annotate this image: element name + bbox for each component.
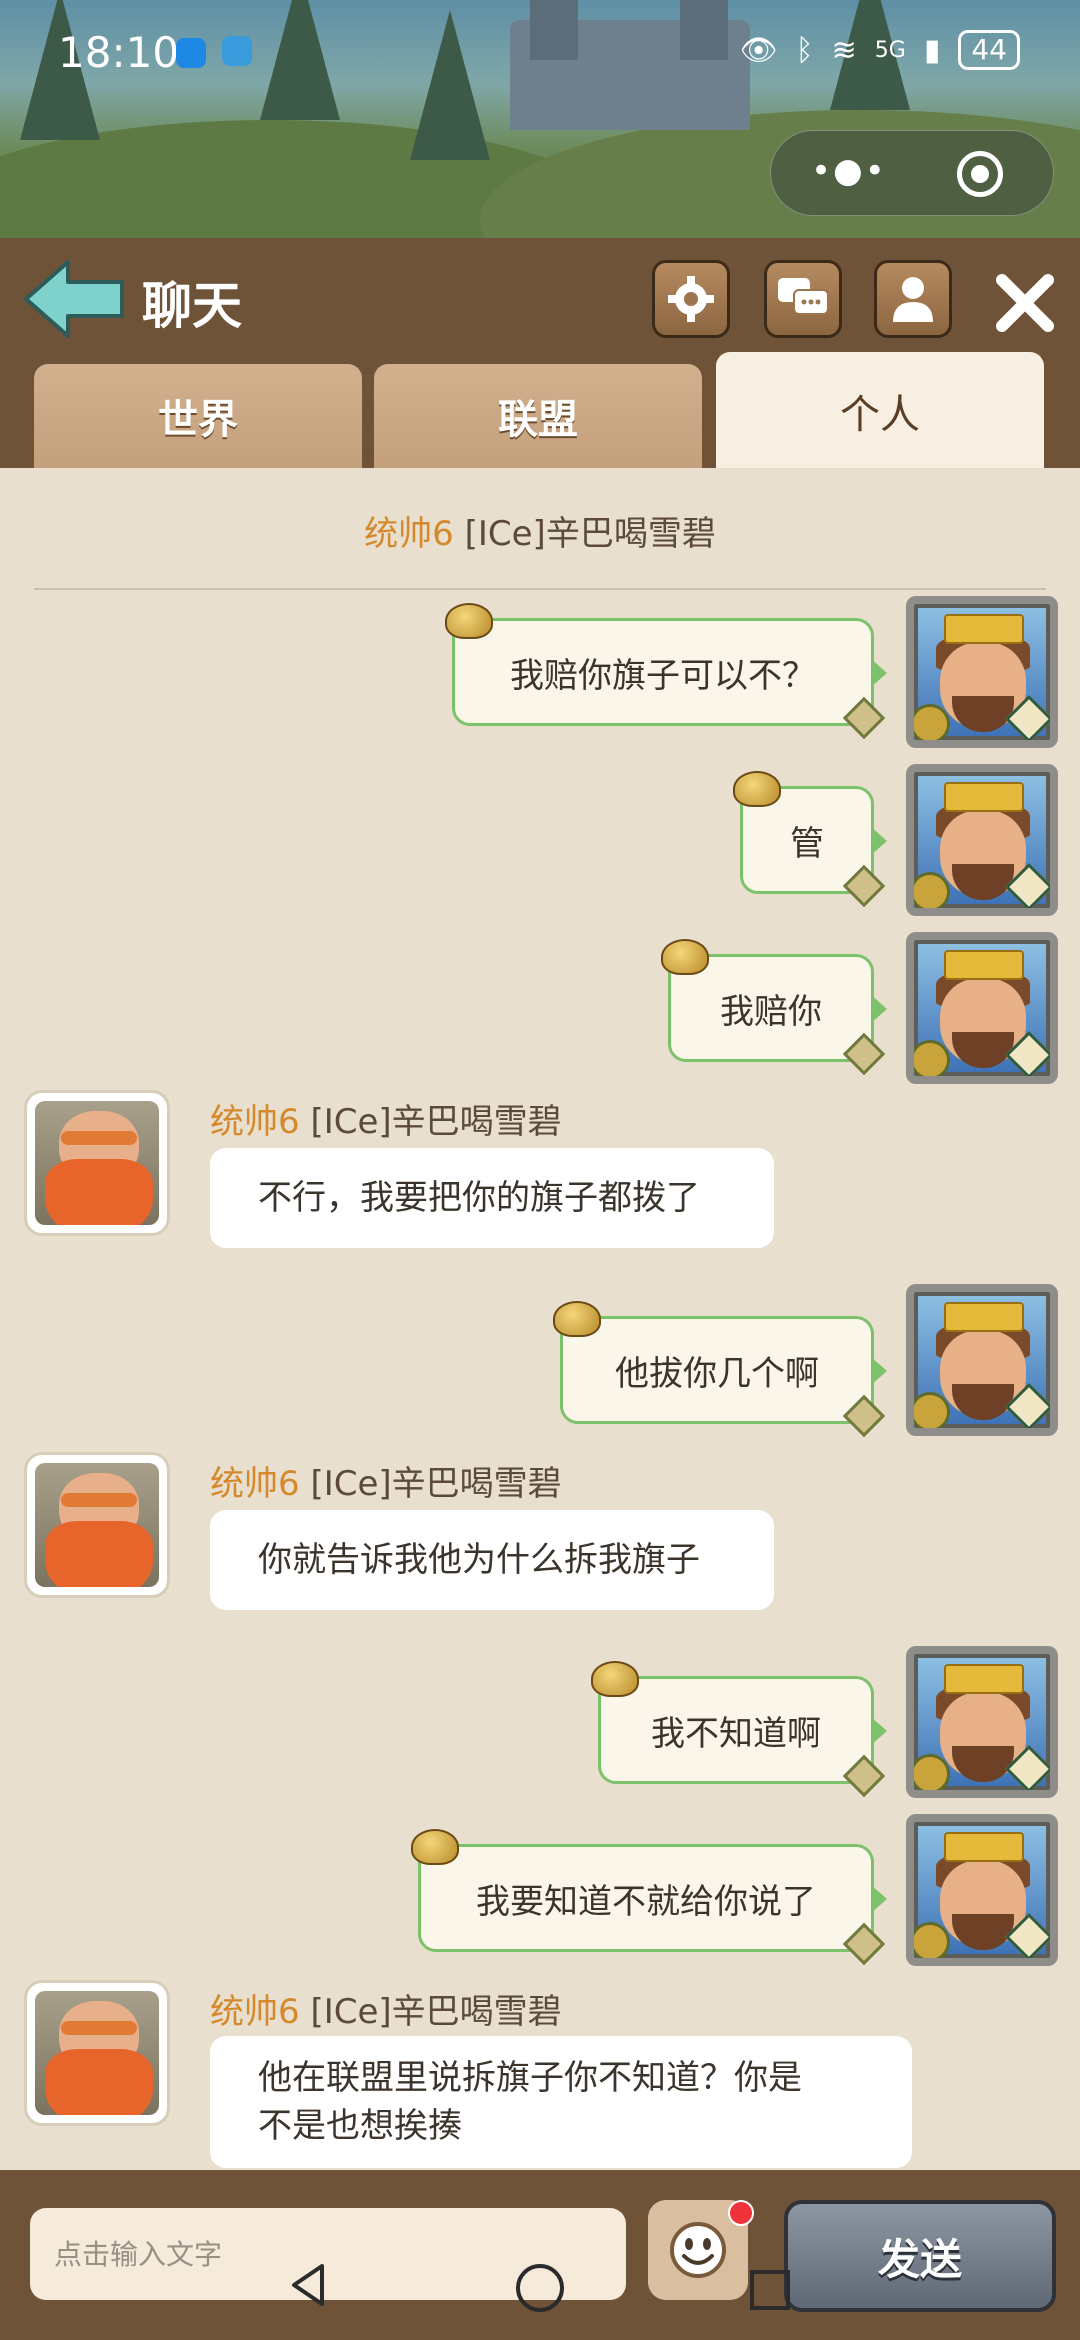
bubble-corner-icon: [842, 1922, 886, 1966]
sender-label: 统帅6 [ICe]辛巴喝雪碧: [210, 1094, 562, 1143]
bubble-ornament-icon: [661, 939, 709, 975]
close-icon[interactable]: [990, 268, 1060, 338]
message-notification-icon: [176, 38, 206, 68]
message-text: 你就告诉我他为什么拆我旗子: [258, 1540, 700, 1580]
input-bar: 发送: [0, 2170, 1080, 2340]
chat-area[interactable]: 统帅6 [ICe]辛巴喝雪碧 我赔你旗子可以不？ 管 我赔你 统帅6 [ICe]…: [0, 468, 1080, 2170]
message-bubble-self[interactable]: 我不知道啊: [591, 1661, 887, 1798]
message-text-line: 他在联盟里说拆旗子你不知道？你是: [258, 2058, 802, 2098]
bubble-ornament-icon: [553, 1301, 601, 1337]
bubble-corner-icon: [842, 1032, 886, 1076]
partner-name: [ICe]辛巴喝雪碧: [464, 514, 716, 554]
avatar-self[interactable]: [906, 764, 1058, 916]
message-bubble-partner[interactable]: 你就告诉我他为什么拆我旗子: [210, 1510, 774, 1610]
chat-partner-title: 统帅6 [ICe]辛巴喝雪碧: [0, 506, 1080, 555]
message-text: 我赔你旗子可以不？: [510, 655, 816, 696]
nav-recents-icon[interactable]: [750, 2270, 790, 2310]
avatar-self[interactable]: [906, 1646, 1058, 1798]
message-text: 不行，我要把你的旗子都拨了: [258, 1178, 700, 1218]
avatar-self[interactable]: [906, 1284, 1058, 1436]
bubble-ornament-icon: [591, 1661, 639, 1697]
chat-bubbles-icon: [778, 278, 829, 315]
message-bubble-self[interactable]: 他拔你几个啊: [553, 1301, 887, 1438]
wifi-icon: ≋: [831, 32, 857, 68]
bubble-corner-icon: [842, 864, 886, 908]
sender-name: [ICe]辛巴喝雪碧: [310, 1992, 562, 2032]
sender-rank: 统帅6: [210, 1102, 300, 1142]
more-menu-icon[interactable]: •●•: [811, 151, 887, 191]
game-scene-background: 18:10 👁 ᛒ ≋ 5G ▮ 44 •●•: [0, 0, 1080, 238]
message-text: 他拔你几个啊: [615, 1353, 819, 1394]
divider: [34, 588, 1046, 590]
eye-icon: 👁: [739, 32, 778, 68]
sender-label: 统帅6 [ICe]辛巴喝雪碧: [210, 1984, 562, 2033]
bubble-ornament-icon: [445, 603, 493, 639]
bubble-corner-icon: [842, 1754, 886, 1798]
close-miniprogram-icon[interactable]: [957, 151, 1003, 197]
nav-back-icon[interactable]: [288, 2262, 328, 2308]
avatar-self[interactable]: [906, 932, 1058, 1084]
avatar-partner[interactable]: [24, 1452, 170, 1598]
gear-icon: [668, 276, 714, 322]
message-text: 我赔你: [720, 991, 822, 1032]
sender-rank: 统帅6: [210, 1992, 300, 2032]
avatar-self[interactable]: [906, 596, 1058, 748]
avatar-partner[interactable]: [24, 1090, 170, 1236]
bubble-corner-icon: [842, 1394, 886, 1438]
message-text: 管: [790, 823, 824, 864]
avatar-self[interactable]: [906, 1814, 1058, 1966]
sender-name: [ICe]辛巴喝雪碧: [310, 1464, 562, 1504]
sender-rank: 统帅6: [210, 1464, 300, 1504]
message-bubble-partner[interactable]: 不行，我要把你的旗子都拨了: [210, 1148, 774, 1248]
message-bubble-self[interactable]: 我赔你旗子可以不？: [445, 603, 887, 740]
back-arrow-icon[interactable]: [22, 256, 126, 342]
settings-button[interactable]: [652, 260, 730, 338]
send-button[interactable]: 发送: [784, 2200, 1056, 2312]
partner-rank: 统帅6: [364, 514, 454, 554]
bubble-ornament-icon: [733, 771, 781, 807]
nav-home-icon[interactable]: [516, 2264, 564, 2312]
miniprogram-capsule: •●•: [770, 130, 1054, 216]
bluetooth-icon: ᛒ: [795, 32, 814, 68]
signal-label: 5G: [874, 37, 906, 63]
smiley-icon: [670, 2222, 726, 2278]
battery-indicator: 44: [958, 30, 1020, 70]
message-bubble-self[interactable]: 管: [733, 771, 887, 908]
message-bubble-self[interactable]: 我要知道不就给你说了: [411, 1829, 887, 1966]
notification-dot: [728, 2200, 754, 2226]
tab-alliance[interactable]: 联盟: [374, 364, 702, 468]
page-title: 聊天: [142, 277, 242, 335]
message-text: 我要知道不就给你说了: [476, 1881, 816, 1922]
avatar-partner[interactable]: [24, 1980, 170, 2126]
person-icon: [893, 277, 933, 322]
message-bubble-self[interactable]: 我赔你: [661, 939, 887, 1076]
chat-list-button[interactable]: [764, 260, 842, 338]
signal-icon: ▮: [923, 32, 941, 68]
bubble-ornament-icon: [411, 1829, 459, 1865]
message-text: 我不知道啊: [651, 1713, 821, 1754]
status-time: 18:10: [58, 28, 180, 77]
sender-label: 统帅6 [ICe]辛巴喝雪碧: [210, 1456, 562, 1505]
message-bubble-partner[interactable]: 他在联盟里说拆旗子你不知道？你是 不是也想挨揍: [210, 2036, 912, 2168]
message-text-line: 不是也想挨揍: [258, 2106, 462, 2146]
profile-button[interactable]: [874, 260, 952, 338]
weather-notification-icon: [222, 36, 252, 66]
status-icons: 👁 ᛒ ≋ 5G ▮ 44: [740, 30, 1020, 70]
tab-world[interactable]: 世界: [34, 364, 362, 468]
chat-header: 聊天 世界 联盟 个人: [0, 238, 1080, 470]
tab-personal[interactable]: 个人: [716, 352, 1044, 470]
bubble-corner-icon: [842, 696, 886, 740]
sender-name: [ICe]辛巴喝雪碧: [310, 1102, 562, 1142]
